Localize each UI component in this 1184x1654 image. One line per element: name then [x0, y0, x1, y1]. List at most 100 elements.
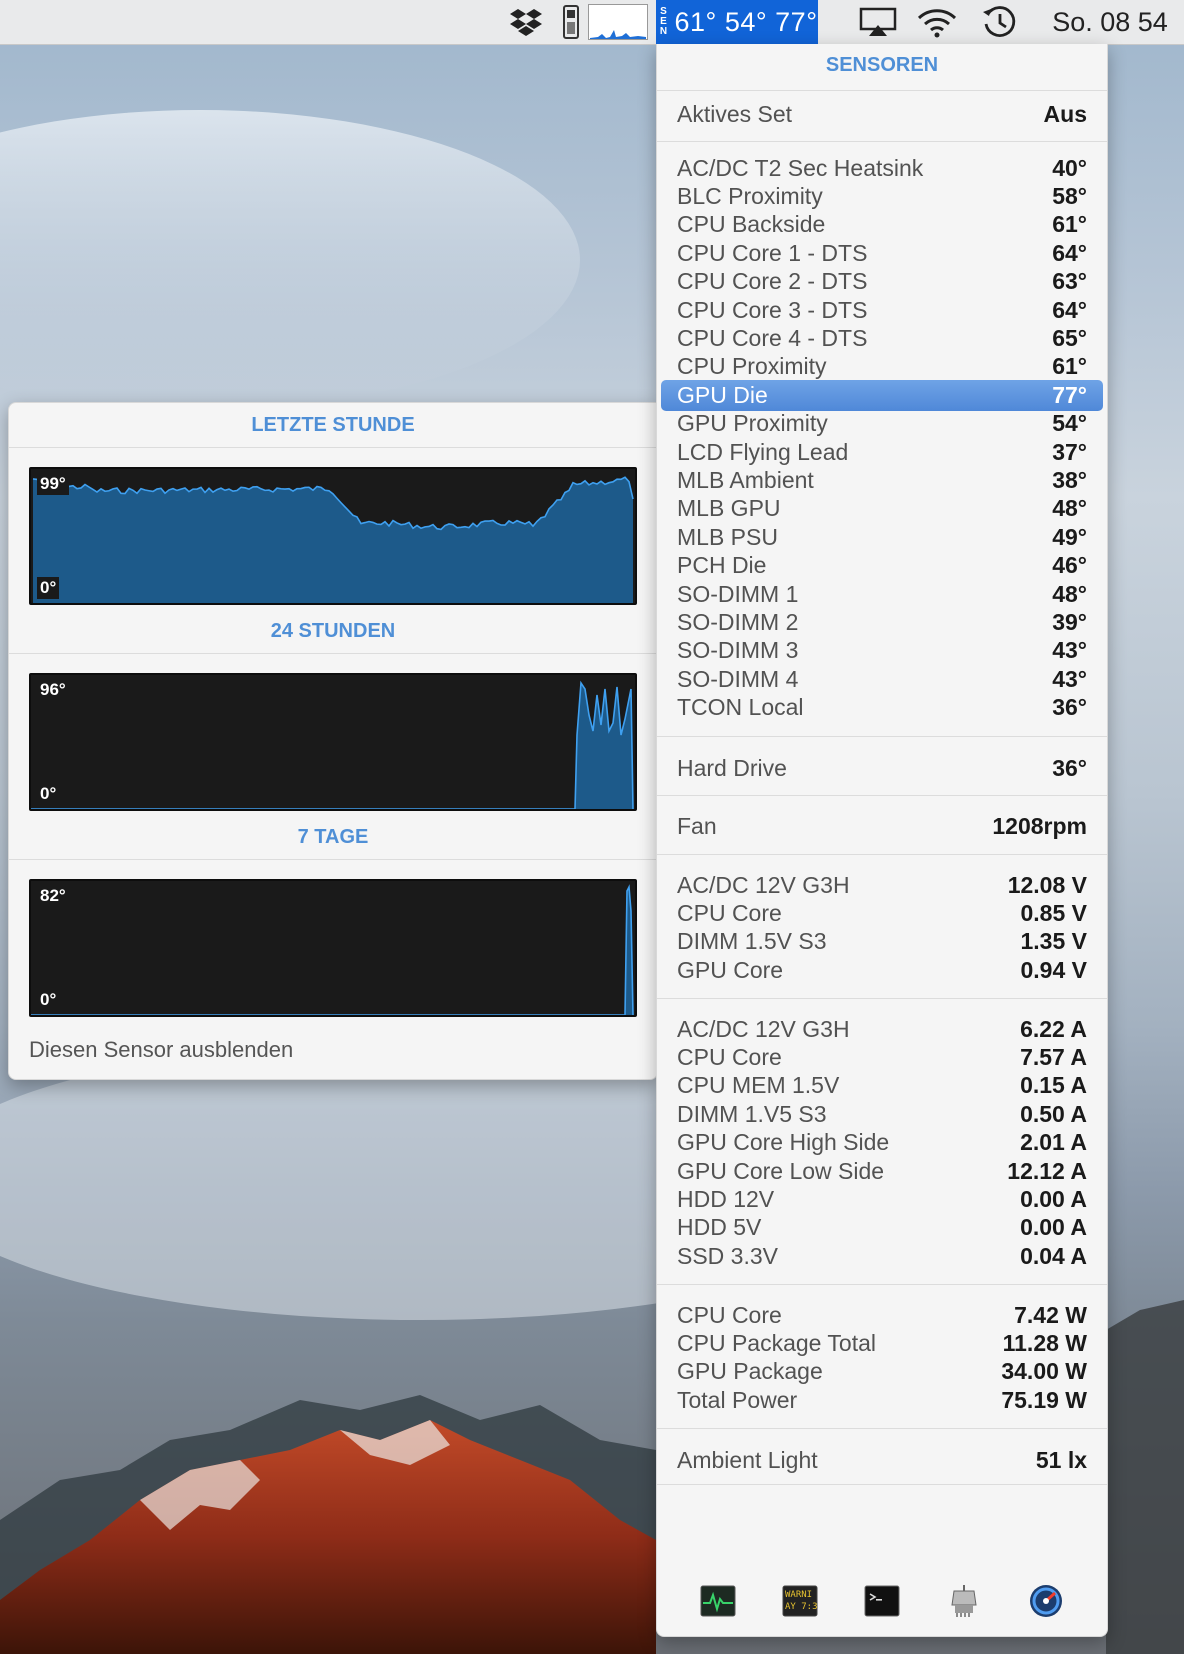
separator [657, 998, 1107, 999]
system-information-icon[interactable] [946, 1583, 982, 1619]
sensor-row[interactable]: DIMM 1.V5 S3 0.50 A [677, 1100, 1087, 1128]
sensor-row[interactable]: SSD 3.3V 0.04 A [677, 1242, 1087, 1270]
menubar-clock[interactable]: So. 08 54 [1040, 0, 1180, 44]
sensor-value: 36° [1052, 694, 1087, 721]
separator [657, 736, 1107, 737]
graph-max-label: 96° [37, 679, 69, 701]
hide-sensor-button[interactable]: Diesen Sensor ausblenden [29, 1037, 293, 1063]
sensor-row[interactable]: SO-DIMM 4 43° [677, 665, 1087, 693]
sensor-value: 39° [1052, 609, 1087, 636]
sensor-row[interactable]: CPU Proximity 61° [677, 353, 1087, 381]
sensor-value: 48° [1052, 495, 1087, 522]
sensor-row[interactable]: MLB GPU 48° [677, 495, 1087, 523]
separator [657, 1428, 1107, 1429]
sensor-row[interactable]: BLC Proximity 58° [677, 182, 1087, 210]
sensor-value: 7.42 W [1014, 1301, 1087, 1328]
sensor-row[interactable]: LCD Flying Lead 37° [677, 438, 1087, 466]
sensor-row[interactable]: Hard Drive 36° [677, 754, 1087, 782]
terminal-icon[interactable] [864, 1583, 900, 1619]
sensor-row[interactable]: MLB PSU 49° [677, 523, 1087, 551]
sensor-value: 0.00 A [1020, 1186, 1087, 1213]
graph-area [31, 683, 633, 809]
sensor-row[interactable]: PCH Die 46° [677, 552, 1087, 580]
sensor-value: 64° [1052, 239, 1087, 266]
sensor-row[interactable]: Total Power 75.19 W [677, 1386, 1087, 1414]
graph-min-label: 0° [37, 989, 60, 1011]
sensor-name: CPU Core [677, 900, 782, 927]
sensor-row[interactable]: SO-DIMM 3 43° [677, 637, 1087, 665]
graph-line [31, 884, 634, 1015]
sensor-row[interactable]: DIMM 1.5V S3 1.35 V [677, 928, 1087, 956]
sensor-name: SO-DIMM 2 [677, 609, 799, 636]
sensor-row[interactable]: GPU Core Low Side 12.12 A [677, 1157, 1087, 1185]
sensor-row[interactable]: Ambient Light 51 lx [677, 1446, 1087, 1474]
sensor-name: SO-DIMM 4 [677, 665, 799, 692]
sensor-name: SO-DIMM 3 [677, 637, 799, 664]
sensor-row[interactable]: CPU Core 3 - DTS 64° [677, 296, 1087, 324]
sensor-name: PCH Die [677, 552, 767, 579]
sensor-name: CPU Core 1 - DTS [677, 239, 868, 266]
sensor-row[interactable]: CPU Package Total 11.28 W [677, 1329, 1087, 1357]
sensor-name: AC/DC 12V G3H [677, 1015, 850, 1042]
sensor-row[interactable]: HDD 5V 0.00 A [677, 1214, 1087, 1242]
sensor-value: 36° [1052, 754, 1087, 781]
sensor-row[interactable]: TCON Local 36° [677, 694, 1087, 722]
activity-monitor-icon[interactable] [700, 1583, 736, 1619]
sensor-value: 0.94 V [1020, 956, 1088, 983]
airplay-icon[interactable] [856, 0, 900, 44]
sensor-name: SSD 3.3V [677, 1242, 778, 1269]
sensor-row[interactable]: GPU Core High Side 2.01 A [677, 1129, 1087, 1157]
dropbox-icon[interactable] [506, 0, 546, 44]
sensor-value: 75.19 W [1001, 1386, 1087, 1413]
sensor-row[interactable]: GPU Core 0.94 V [677, 956, 1087, 984]
sensor-name: CPU Core [677, 1301, 782, 1328]
console-icon[interactable]: WARNI AY 7:36 [782, 1583, 818, 1619]
sensor-row[interactable]: CPU Backside 61° [677, 211, 1087, 239]
sensor-row[interactable]: AC/DC T2 Sec Heatsink 40° [677, 154, 1087, 182]
sensor-value: 12.08 V [1007, 871, 1087, 898]
sensor-name: CPU MEM 1.5V [677, 1072, 840, 1099]
sensor-row[interactable]: GPU Die 77° [677, 381, 1087, 409]
sensor-row[interactable]: CPU Core 0.85 V [677, 899, 1087, 927]
sensor-value: 0.00 A [1020, 1214, 1087, 1241]
active-set-row[interactable]: Aktives Set Aus [677, 99, 1087, 129]
sensor-row[interactable]: CPU Core 7.42 W [677, 1301, 1087, 1329]
sensor-row[interactable]: AC/DC 12V G3H 12.08 V [677, 871, 1087, 899]
sensor-value: 61° [1052, 211, 1087, 238]
sensor-row[interactable]: CPU Core 7.57 A [677, 1043, 1087, 1071]
sensor-row[interactable]: CPU Core 4 - DTS 65° [677, 324, 1087, 352]
time-machine-icon[interactable] [978, 0, 1020, 44]
sensor-value: 58° [1052, 183, 1087, 210]
istat-icon[interactable] [1028, 1583, 1064, 1619]
sensor-row[interactable]: MLB Ambient 38° [677, 466, 1087, 494]
sensor-value: 12.12 A [1007, 1157, 1087, 1184]
istat-menubar-item[interactable]: SEN 61° 54° 77° [656, 0, 818, 44]
sensor-value: 43° [1052, 637, 1087, 664]
sensor-name: Fan [677, 812, 717, 839]
sensor-name: AC/DC T2 Sec Heatsink [677, 154, 924, 181]
sensors-dropdown: SENSOREN Aktives Set Aus AC/DC T2 Sec Heat… [656, 44, 1108, 1637]
sensor-row[interactable]: Fan 1208rpm [677, 812, 1087, 840]
sensor-row[interactable]: GPU Package 34.00 W [677, 1358, 1087, 1386]
graph-max-label: 82° [37, 885, 69, 907]
history-section-24h-header: 24 STUNDEN [9, 609, 657, 653]
graph-line [31, 680, 634, 809]
sensor-name: MLB GPU [677, 495, 781, 522]
sensor-row[interactable]: CPU Core 2 - DTS 63° [677, 268, 1087, 296]
sensor-row[interactable]: AC/DC 12V G3H 6.22 A [677, 1015, 1087, 1043]
sensor-row[interactable]: SO-DIMM 2 39° [677, 608, 1087, 636]
cpu-history-graph-icon[interactable] [588, 0, 648, 44]
cpu-icon[interactable] [560, 0, 582, 44]
sensor-row[interactable]: HDD 12V 0.00 A [677, 1185, 1087, 1213]
sensor-row[interactable]: CPU MEM 1.5V 0.15 A [677, 1072, 1087, 1100]
sensor-row[interactable]: CPU Core 1 - DTS 64° [677, 239, 1087, 267]
active-set-value: Aus [1043, 100, 1087, 127]
wifi-icon[interactable] [914, 0, 960, 44]
sensor-value: 0.15 A [1020, 1072, 1087, 1099]
separator [657, 854, 1107, 855]
sensor-row[interactable]: GPU Proximity 54° [677, 410, 1087, 438]
sensor-name: GPU Proximity [677, 410, 828, 437]
sensor-row[interactable]: SO-DIMM 1 48° [677, 580, 1087, 608]
sensor-name: DIMM 1.V5 S3 [677, 1100, 827, 1127]
sensor-name: MLB Ambient [677, 467, 814, 494]
